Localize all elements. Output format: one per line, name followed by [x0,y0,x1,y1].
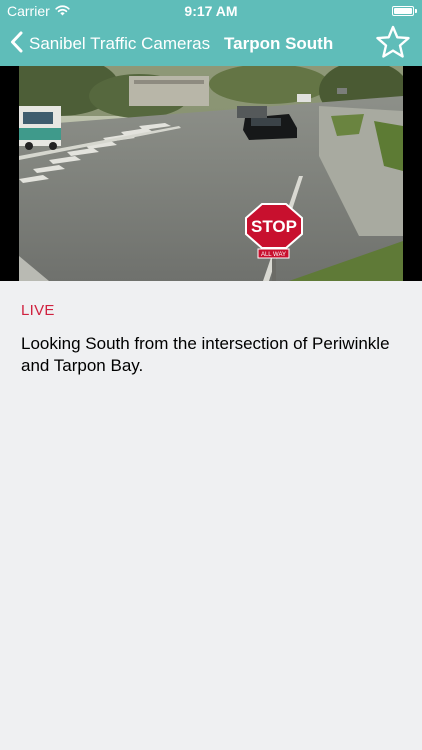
camera-frame: ALL WAY STOP [0,66,422,281]
star-outline-icon [375,25,411,64]
back-label: Sanibel Traffic Cameras [29,34,211,53]
back-button[interactable]: Sanibel Traffic Cameras [10,22,210,66]
camera-description: Looking South from the intersection of P… [21,334,390,375]
nav-bar: Sanibel Traffic Cameras Tarpon South [0,22,422,66]
status-time: 9:17 AM [184,3,238,19]
chevron-left-icon [10,31,23,58]
battery-tip [415,9,417,13]
battery-icon [392,6,417,16]
battery-fill [394,8,412,14]
live-label: LIVE [21,302,55,319]
status-bar: Carrier 9:17 AM [0,0,422,22]
favorite-button[interactable] [372,23,414,65]
stop-sign-text: STOP [251,217,297,236]
all-way-plate-text: ALL WAY [261,252,286,258]
screen: Carrier 9:17 AM Sanibel Traffic Cameras … [0,0,422,750]
nav-title: Tarpon South [224,34,334,53]
traffic-camera-image[interactable]: ALL WAY STOP [19,66,403,281]
